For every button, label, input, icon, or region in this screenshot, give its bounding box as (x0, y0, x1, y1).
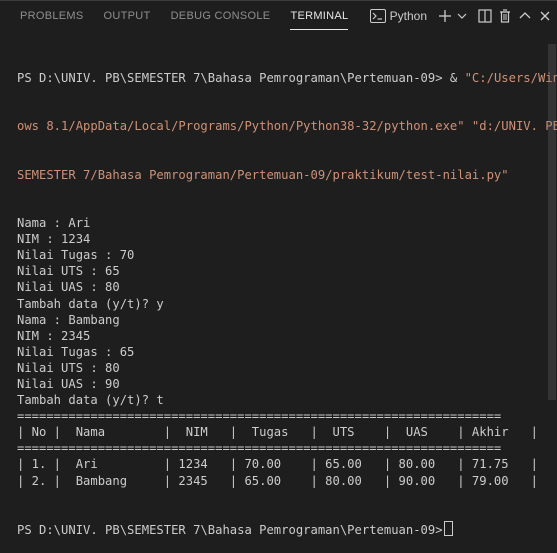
command-path: "C:/Users/Wind (464, 71, 557, 86)
output-line: NIM : 1234 (17, 232, 91, 247)
output-line: | 1. | Ari | 1234 | 70.00 | 65.00 | 80.0… (17, 457, 538, 472)
tab-output[interactable]: OUTPUT (104, 1, 151, 31)
prompt-text: PS D:\UNIV. PB\SEMESTER 7\Bahasa Pemrogr… (17, 522, 443, 537)
output-line: Nilai UTS : 80 (17, 360, 120, 375)
output-line: Nilai UTS : 65 (17, 264, 120, 279)
split-terminal-icon[interactable] (475, 5, 495, 27)
output-line: NIM : 2345 (17, 328, 91, 343)
output-line: | No | Nama | NIM | Tugas | UTS | UAS | … (17, 425, 538, 440)
tab-debug-console[interactable]: DEBUG CONSOLE (171, 1, 271, 31)
shell-label: Python (389, 9, 427, 23)
output-line: Nilai UAS : 90 (17, 376, 120, 391)
plus-icon[interactable] (435, 5, 455, 27)
command-line: ows 8.1/AppData/Local/Programs/Python/Py… (17, 119, 557, 134)
chevron-down-icon[interactable] (455, 5, 469, 27)
output-line: ========================================… (17, 409, 502, 424)
prompt-line: PS D:\UNIV. PB\SEMESTER 7\Bahasa Pemrogr… (17, 520, 557, 537)
output-line: ========================================… (17, 441, 502, 456)
trash-icon[interactable] (495, 5, 515, 27)
close-icon[interactable] (535, 5, 555, 27)
tab-problems[interactable]: PROBLEMS (20, 1, 84, 31)
output-line: Tambah data (y/t)? y (17, 296, 164, 311)
terminal-output[interactable]: PS D:\UNIV. PB\SEMESTER 7\Bahasa Pemrogr… (17, 38, 557, 553)
terminal-toolbar: Python (369, 1, 557, 31)
output-line: Nilai Tugas : 65 (17, 344, 135, 359)
tab-terminal[interactable]: TERMINAL (290, 1, 349, 31)
shell-selector[interactable]: Python (369, 9, 427, 23)
python-shell-icon (369, 9, 386, 23)
command-line: SEMESTER 7/Bahasa Pemrograman/Pertemuan-… (17, 167, 509, 182)
output-line: Nilai Tugas : 70 (17, 248, 135, 263)
command-prefix: PS D:\UNIV. PB\SEMESTER 7\Bahasa Pemrogr… (17, 71, 465, 86)
panel-tab-bar: PROBLEMS OUTPUT DEBUG CONSOLE TERMINAL P… (0, 0, 557, 31)
chevron-up-icon[interactable] (515, 5, 535, 27)
output-line: Nilai UAS : 80 (17, 280, 120, 295)
program-output: Nama : Ari NIM : 1234 Nilai Tugas : 70 Nila… (17, 215, 557, 489)
command-line: PS D:\UNIV. PB\SEMESTER 7\Bahasa Pemrogr… (17, 70, 557, 86)
output-line: Nama : Bambang (17, 312, 120, 327)
terminal-cursor (443, 520, 453, 536)
terminal-scrollbar[interactable] (547, 30, 557, 400)
output-line: | 2. | Bambang | 2345 | 65.00 | 80.00 | … (17, 473, 538, 488)
output-line: Tambah data (y/t)? t (17, 393, 164, 408)
scrollbar-thumb[interactable] (548, 44, 556, 400)
output-line: Nama : Ari (17, 216, 91, 231)
